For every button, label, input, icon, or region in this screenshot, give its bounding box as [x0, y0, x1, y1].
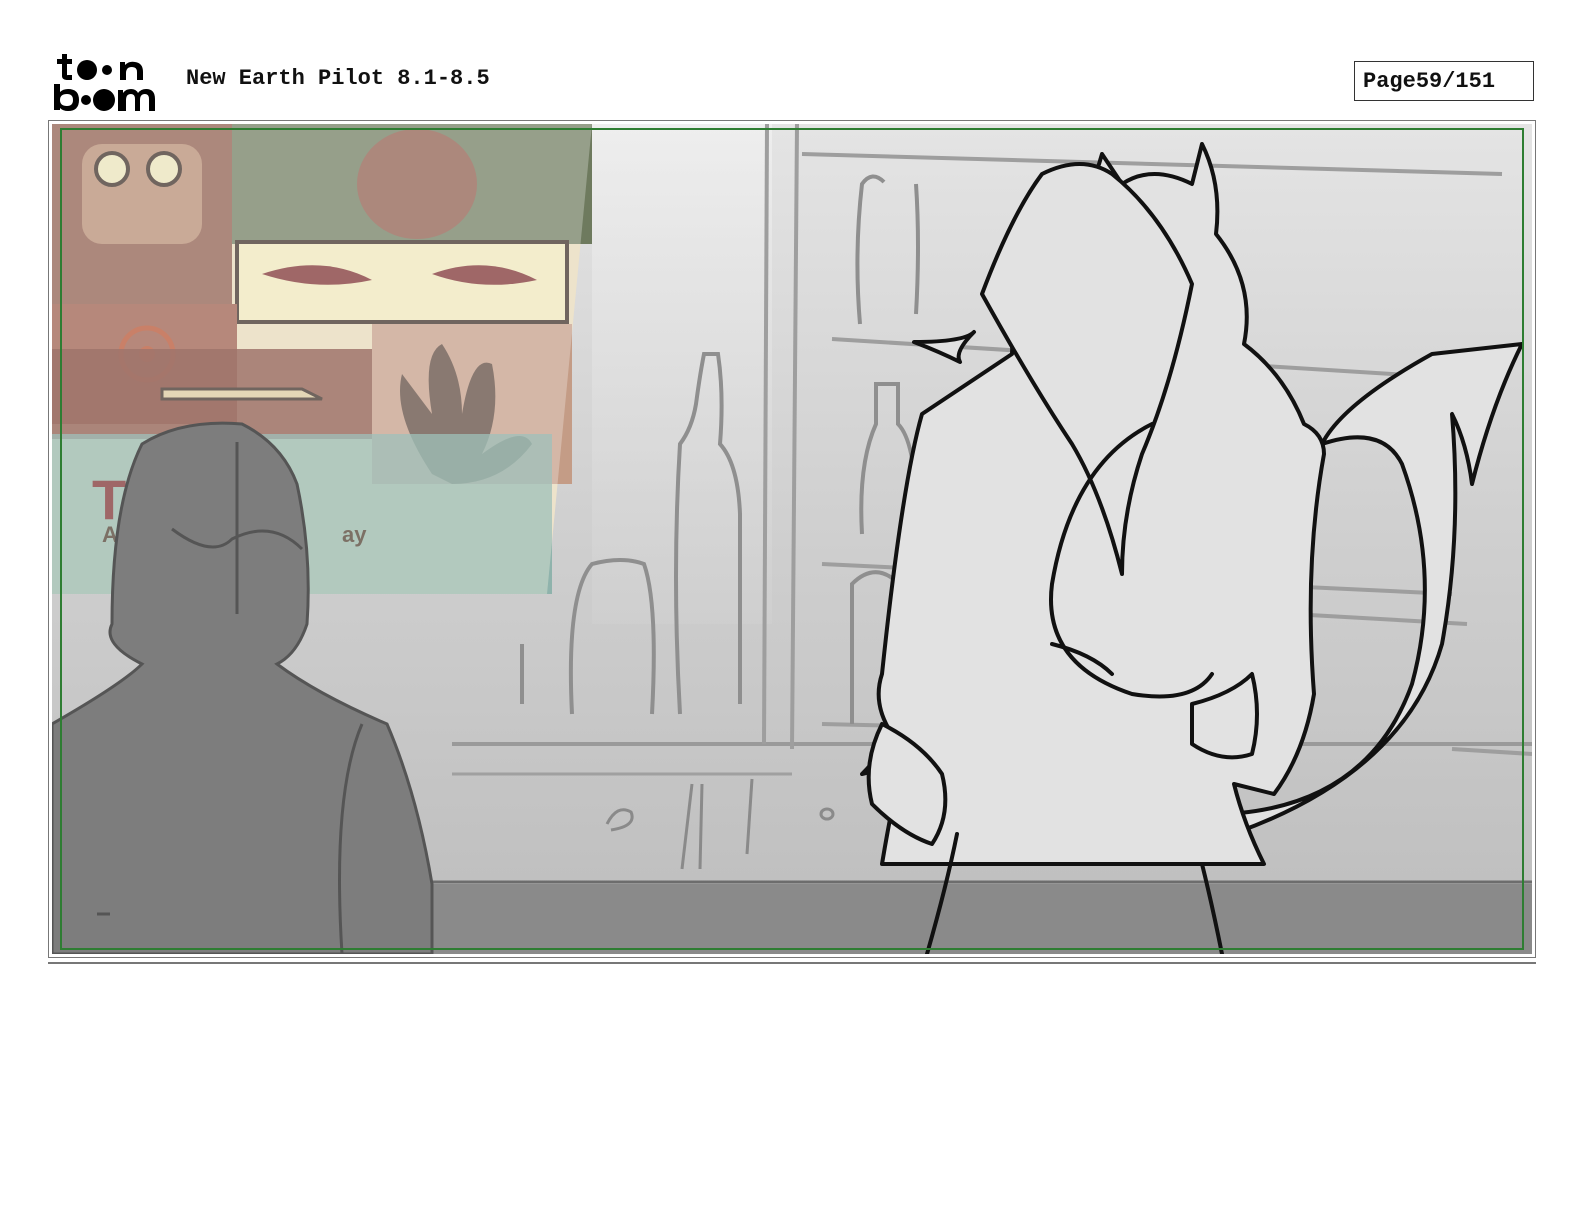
toon-boom-logo: [54, 54, 155, 111]
page-label: Page: [1363, 68, 1416, 94]
page-indicator: Page 59/151: [1354, 61, 1534, 101]
panel-bottom-rule: [48, 962, 1536, 964]
document-title: New Earth Pilot 8.1-8.5: [186, 66, 490, 91]
panel-drawing: T LE A ay: [52, 124, 1532, 954]
page-number: 59/151: [1415, 68, 1496, 94]
light-beam: [592, 124, 772, 624]
logo-bottom-row: [54, 84, 155, 111]
logo-top-row: [57, 54, 143, 80]
